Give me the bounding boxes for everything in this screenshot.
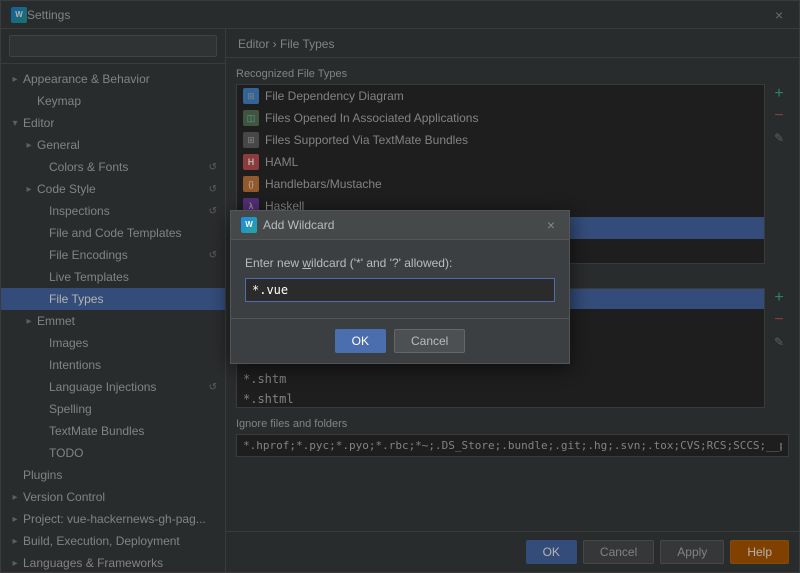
dialog-cancel-button[interactable]: Cancel <box>394 329 465 353</box>
dialog-close-button[interactable]: × <box>543 217 559 233</box>
dialog-overlay: W Add Wildcard × Enter new wildcard ('*'… <box>0 0 800 573</box>
dialog-buttons: OK Cancel <box>231 318 569 363</box>
dialog-icon: W <box>241 217 257 233</box>
dialog-body: Enter new wildcard ('*' and '?' allowed)… <box>231 240 569 318</box>
add-wildcard-dialog: W Add Wildcard × Enter new wildcard ('*'… <box>230 210 570 364</box>
dialog-title-bar: W Add Wildcard × <box>231 211 569 240</box>
wildcard-input[interactable] <box>245 278 555 302</box>
dialog-label: Enter new wildcard ('*' and '?' allowed)… <box>245 256 555 270</box>
dialog-ok-button[interactable]: OK <box>335 329 386 353</box>
dialog-title-text: Add Wildcard <box>263 218 537 232</box>
